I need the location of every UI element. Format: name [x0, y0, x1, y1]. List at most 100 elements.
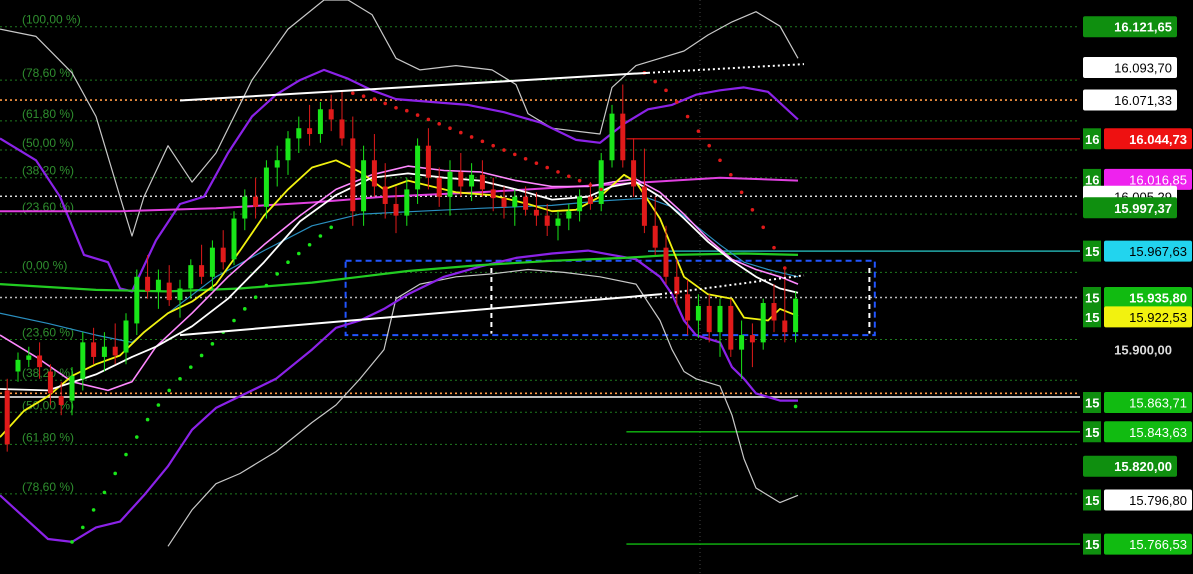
- candle-body: [771, 303, 777, 321]
- psar-dot: [372, 97, 377, 101]
- price-tag: 15 15.766,53: [1083, 533, 1192, 555]
- psar-dot: [534, 161, 539, 165]
- candle-body: [706, 305, 712, 333]
- psar-dot: [243, 307, 247, 311]
- psar-dot: [178, 376, 182, 381]
- price-tag-label: 16.093,70: [1114, 60, 1172, 75]
- candle-body: [37, 355, 43, 368]
- price-tag: 16.121,65: [1083, 16, 1177, 38]
- candle-body: [415, 145, 421, 190]
- price-tag: 16.071,33: [1083, 89, 1177, 111]
- candle-body: [609, 113, 615, 161]
- candle-body: [533, 209, 539, 216]
- price-tag: 15 15.843,63: [1083, 421, 1192, 443]
- price-tag-label: 15.997,37: [1114, 201, 1172, 216]
- candle-body: [134, 276, 140, 324]
- price-tag-label: 15.900,00: [1114, 343, 1172, 358]
- candle-body: [685, 294, 691, 321]
- candle-body: [566, 211, 572, 219]
- candle-body: [285, 138, 291, 161]
- psar-dot: [253, 295, 258, 299]
- psar-dot: [394, 106, 398, 110]
- price-tag-label: 15.843,63: [1129, 425, 1187, 440]
- psar-dot: [599, 187, 603, 192]
- psar-dot: [480, 139, 485, 144]
- fib-level-label: (0,00 %): [22, 258, 67, 272]
- price-tag-stub: 15: [1085, 310, 1099, 325]
- candle-body: [479, 174, 485, 190]
- price-tag: 16 16.044,73: [1083, 128, 1192, 150]
- candle-body: [447, 171, 453, 197]
- psar-dot: [351, 91, 355, 96]
- candle-body: [253, 196, 259, 207]
- candle-body: [69, 375, 75, 401]
- candle-body: [749, 335, 755, 343]
- fib-level-label: (78,60 %): [22, 66, 74, 80]
- candle-body: [663, 247, 669, 277]
- candle-body: [166, 282, 172, 301]
- psar-dot: [232, 318, 236, 323]
- price-tag: 15 15.796,80: [1083, 489, 1192, 511]
- price-tag-label: 16.121,65: [1114, 20, 1172, 35]
- candle-body: [382, 186, 388, 204]
- candle-body: [4, 390, 10, 445]
- price-tag-stub: 15: [1085, 290, 1099, 305]
- candle-body: [328, 109, 334, 120]
- price-tag-stub: 16: [1085, 132, 1099, 147]
- candle-body: [47, 371, 53, 394]
- fib-level-label: (38,20 %): [22, 164, 74, 178]
- fib-level-label: (78,60 %): [22, 480, 74, 494]
- psar-dot: [523, 156, 528, 161]
- candle-body: [220, 247, 226, 263]
- candle-body: [58, 396, 64, 406]
- candle-body: [177, 288, 183, 301]
- price-tag-label: 16.071,33: [1114, 93, 1172, 108]
- psar-dot: [189, 365, 193, 369]
- candle-body: [598, 160, 604, 204]
- psar-dot: [307, 242, 312, 247]
- psar-dot: [545, 165, 549, 170]
- candle-body: [469, 174, 475, 187]
- psar-dot: [739, 190, 744, 195]
- price-tag-stub: 15: [1085, 244, 1099, 259]
- psar-dot: [685, 114, 690, 119]
- candle-body: [80, 342, 86, 379]
- price-tag: 15.820,00: [1083, 455, 1177, 477]
- candle-body: [361, 160, 367, 212]
- psar-dot: [588, 183, 593, 187]
- candle-body: [577, 196, 583, 212]
- psar-dot: [567, 174, 571, 179]
- price-tag-label: 15.922,53: [1129, 310, 1187, 325]
- candle-body: [123, 320, 129, 353]
- psar-dot: [491, 143, 496, 148]
- candle-body: [631, 160, 637, 187]
- candle-body: [263, 167, 269, 207]
- psar-dot: [135, 435, 139, 439]
- psar-dot: [113, 471, 117, 476]
- fib-level-label: (50,00 %): [22, 136, 74, 150]
- candle-body: [652, 225, 658, 248]
- psar-dot: [415, 113, 420, 117]
- candle-body: [436, 177, 442, 197]
- psar-dot: [761, 225, 765, 230]
- price-tag: 15.900,00: [1083, 339, 1177, 361]
- candle-body: [760, 303, 766, 343]
- candle-body: [199, 265, 205, 277]
- candle-body: [155, 279, 161, 292]
- chart-canvas: (100,00 %) (78,60 %) (61,80 %) (50,00 %) (38…: [0, 0, 1193, 574]
- psar-dot: [124, 452, 128, 457]
- candle-body: [501, 198, 507, 207]
- price-tag: 15 15.922,53: [1083, 306, 1192, 328]
- fib-level-label: (61,80 %): [22, 107, 74, 121]
- candle-body: [317, 109, 323, 135]
- psar-dot: [783, 266, 787, 270]
- candle-body: [782, 320, 788, 333]
- candle-body: [523, 196, 529, 210]
- candle-body: [793, 298, 799, 333]
- candle-body: [145, 276, 151, 292]
- psar-dot: [156, 403, 161, 407]
- psar-dot: [383, 101, 388, 106]
- psar-dot: [459, 130, 463, 135]
- fib-level-label: (50,00 %): [22, 398, 74, 412]
- candle-body: [641, 186, 647, 226]
